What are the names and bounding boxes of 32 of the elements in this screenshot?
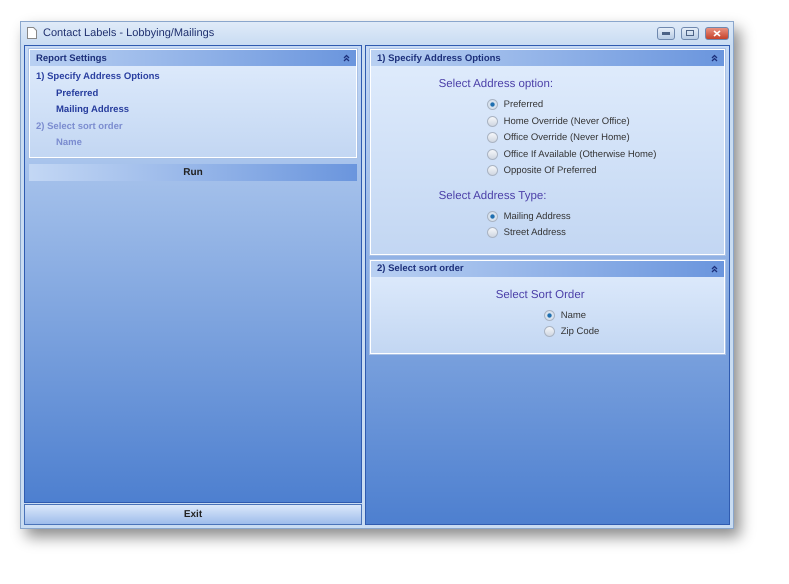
exit-button[interactable]: Exit — [24, 504, 362, 525]
minimize-button[interactable] — [657, 26, 675, 40]
group-heading: Select Address option: — [438, 78, 554, 90]
radio-option[interactable]: Opposite Of Preferred — [486, 164, 656, 178]
card-title: Report Settings — [36, 52, 107, 64]
close-icon — [713, 30, 721, 36]
summary-value: Name — [55, 136, 83, 150]
card-title: 1) Specify Address Options — [377, 52, 501, 64]
radio-option[interactable]: Office Override (Never Home) — [486, 131, 656, 144]
radio-option[interactable]: Street Address — [486, 226, 656, 240]
collapse-icon[interactable] — [343, 54, 350, 62]
group-heading: Select Address Type: — [438, 190, 548, 202]
window-title: Contact Labels - Lobbying/Mailings — [43, 27, 216, 39]
summary-section-link[interactable]: 1) Specify Address Options — [36, 69, 350, 86]
radio-option[interactable]: Office If Available (Otherwise Home) — [486, 148, 656, 161]
group-heading: Select Sort Order — [496, 288, 586, 300]
collapse-icon[interactable] — [711, 264, 718, 272]
card-title: 2) Select sort order — [377, 263, 464, 274]
radio-option[interactable]: Home Override (Never Office) — [486, 114, 656, 128]
maximize-icon — [686, 30, 694, 36]
run-button[interactable]: Run — [29, 164, 357, 180]
summary-value: Mailing Address — [55, 103, 130, 117]
radio-option[interactable]: Mailing Address — [486, 210, 656, 223]
close-button[interactable] — [705, 26, 729, 40]
radio-option[interactable]: Preferred — [486, 98, 656, 112]
minimize-icon — [662, 32, 670, 34]
collapse-icon[interactable] — [711, 54, 718, 62]
radio-option[interactable]: Zip Code — [544, 325, 600, 338]
radio-option[interactable]: Name — [544, 308, 600, 322]
maximize-button[interactable] — [681, 26, 699, 40]
document-icon — [27, 27, 37, 39]
summary-value: Preferred — [55, 86, 100, 100]
